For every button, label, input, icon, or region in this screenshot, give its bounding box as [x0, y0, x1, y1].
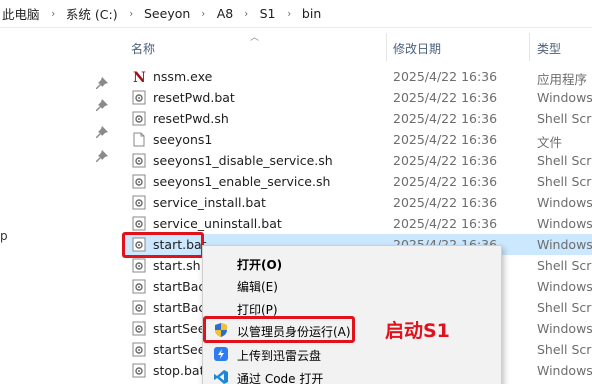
file-modified-date: 2025/4/22 16:36: [393, 174, 498, 189]
menu-item-edit[interactable]: 编辑(E): [203, 274, 501, 296]
pin-icon[interactable]: [95, 126, 109, 140]
file-row[interactable]: resetPwd.bat 2025/4/22 16:36 Windows: [122, 87, 592, 108]
highlight-box-run-as-admin: [203, 316, 355, 343]
file-name: seeyons1_enable_service.sh: [153, 174, 331, 189]
gear-file-icon: [132, 195, 146, 210]
file-modified-date: 2025/4/22 16:36: [393, 69, 498, 84]
file-name: service_uninstall.bat: [153, 216, 282, 231]
column-divider[interactable]: [529, 33, 530, 61]
file-row[interactable]: resetPwd.sh 2025/4/22 16:36 Shell Scrip: [122, 108, 592, 129]
column-header-type[interactable]: 类型: [537, 40, 561, 57]
file-type: 应用程序: [537, 72, 588, 87]
vscode-icon: [214, 370, 228, 384]
file-name: start.sh: [153, 258, 201, 273]
file-modified-date: 2025/4/22 16:36: [393, 111, 498, 126]
file-explorer-window: 此电脑 › 系统 (C:) › Seeyon › A8 › S1 › bin p…: [0, 0, 592, 384]
file-type: Windows: [537, 216, 592, 231]
file-type: Shell Scrip: [537, 174, 592, 189]
gear-file-icon: [132, 342, 146, 357]
file-type: Shell Scrip: [537, 111, 592, 126]
breadcrumb-this-pc[interactable]: 此电脑: [0, 4, 42, 23]
menu-item-open-with-code[interactable]: 通过 Code 打开: [203, 366, 501, 384]
file-row[interactable]: service_install.bat 2025/4/22 16:36 Window…: [122, 192, 592, 213]
file-name: seeyons1: [153, 132, 213, 147]
sort-ascending-icon: ︿: [250, 33, 260, 43]
breadcrumb-a8[interactable]: A8: [215, 6, 236, 21]
thunder-cloud-icon: [214, 347, 228, 361]
file-type: 文件: [537, 135, 563, 150]
file-type: Shell Scrip: [537, 153, 592, 168]
file-type: Windows: [537, 90, 592, 105]
menu-item-upload-thunder[interactable]: 上传到迅雷云盘: [203, 343, 501, 365]
gear-file-icon: [132, 321, 146, 336]
file-name: resetPwd.sh: [153, 111, 229, 126]
context-menu: 打开(O) 编辑(E) 打印(P) 以管理员身份运行(A) 上传到迅雷云盘 通过…: [202, 245, 502, 384]
column-header-name[interactable]: 名称: [131, 40, 155, 57]
column-header-date[interactable]: 修改日期: [393, 40, 441, 57]
breadcrumb-bin[interactable]: bin: [300, 6, 323, 21]
gear-file-icon: [132, 174, 146, 189]
file-type: Windows: [537, 321, 592, 336]
menu-item-label: 通过 Code 打开: [237, 372, 324, 384]
column-header-row: [118, 33, 592, 61]
file-name: nssm.exe: [153, 69, 213, 84]
file-modified-date: 2025/4/22 16:36: [393, 195, 498, 210]
file-row[interactable]: seeyons1 2025/4/22 16:36 文件: [122, 129, 592, 150]
pin-icon[interactable]: [95, 77, 109, 91]
file-type: Windows: [537, 279, 592, 294]
breadcrumb-drive-c[interactable]: 系统 (C:): [64, 4, 120, 23]
gear-file-icon: [132, 363, 146, 378]
file-type: Shell Scrip: [537, 258, 592, 273]
breadcrumb-separator-icon[interactable]: ›: [122, 7, 140, 20]
file-modified-date: 2025/4/22 16:36: [393, 216, 498, 231]
menu-item-label: 打开(O): [237, 258, 283, 272]
file-row[interactable]: service_uninstall.bat 2025/4/22 16:36 Wind…: [122, 213, 592, 234]
file-modified-date: 2025/4/22 16:36: [393, 90, 498, 105]
navigation-pane: p: [0, 29, 118, 384]
file-type: Windows: [537, 363, 592, 378]
highlight-box-start-bat: [122, 232, 204, 258]
gear-file-icon: [132, 90, 146, 105]
gear-file-icon: [132, 153, 146, 168]
pin-icon[interactable]: [95, 99, 109, 113]
gear-file-icon: [132, 258, 146, 273]
gear-file-icon: [132, 300, 146, 315]
menu-item-open[interactable]: 打开(O): [203, 252, 501, 274]
file-type: Shell Scrip: [537, 300, 592, 315]
nav-item-fragment[interactable]: p: [0, 229, 8, 243]
file-type: Windows: [537, 237, 592, 252]
breadcrumb-separator-icon[interactable]: ›: [44, 7, 62, 20]
gear-file-icon: [132, 216, 146, 231]
column-divider[interactable]: [386, 33, 387, 61]
file-type: Shell Scrip: [537, 342, 592, 357]
file-name: startBac: [153, 279, 206, 294]
breadcrumb-separator-icon[interactable]: ›: [280, 7, 298, 20]
breadcrumb-separator-icon[interactable]: ›: [237, 7, 255, 20]
breadcrumb-separator-icon[interactable]: ›: [195, 7, 213, 20]
pin-icon[interactable]: [95, 150, 109, 164]
exe-icon: N: [132, 69, 146, 86]
breadcrumb: 此电脑 › 系统 (C:) › Seeyon › A8 › S1 › bin: [0, 0, 592, 28]
file-name: resetPwd.bat: [153, 90, 235, 105]
breadcrumb-s1[interactable]: S1: [258, 6, 278, 21]
file-type: Windows: [537, 195, 592, 210]
file-name: stop.bat: [153, 363, 205, 378]
blank-file-icon: [132, 132, 146, 147]
annotation-label: 启动S1: [385, 320, 450, 342]
file-name: startBac: [153, 300, 206, 315]
file-row[interactable]: Nnssm.exe 2025/4/22 16:36 应用程序: [122, 66, 592, 87]
file-row[interactable]: seeyons1_enable_service.sh 2025/4/22 16:3…: [122, 171, 592, 192]
menu-item-label: 编辑(E): [237, 280, 278, 294]
file-name: startSee: [153, 321, 206, 336]
file-row[interactable]: seeyons1_disable_service.sh 2025/4/22 16:…: [122, 150, 592, 171]
svg-text:N: N: [133, 70, 146, 84]
file-name: service_install.bat: [153, 195, 266, 210]
gear-file-icon: [132, 111, 146, 126]
file-modified-date: 2025/4/22 16:36: [393, 153, 498, 168]
file-name: seeyons1_disable_service.sh: [153, 153, 333, 168]
file-modified-date: 2025/4/22 16:36: [393, 132, 498, 147]
gear-file-icon: [132, 279, 146, 294]
menu-item-label: 上传到迅雷云盘: [237, 349, 322, 363]
breadcrumb-seeyon[interactable]: Seeyon: [142, 6, 192, 21]
